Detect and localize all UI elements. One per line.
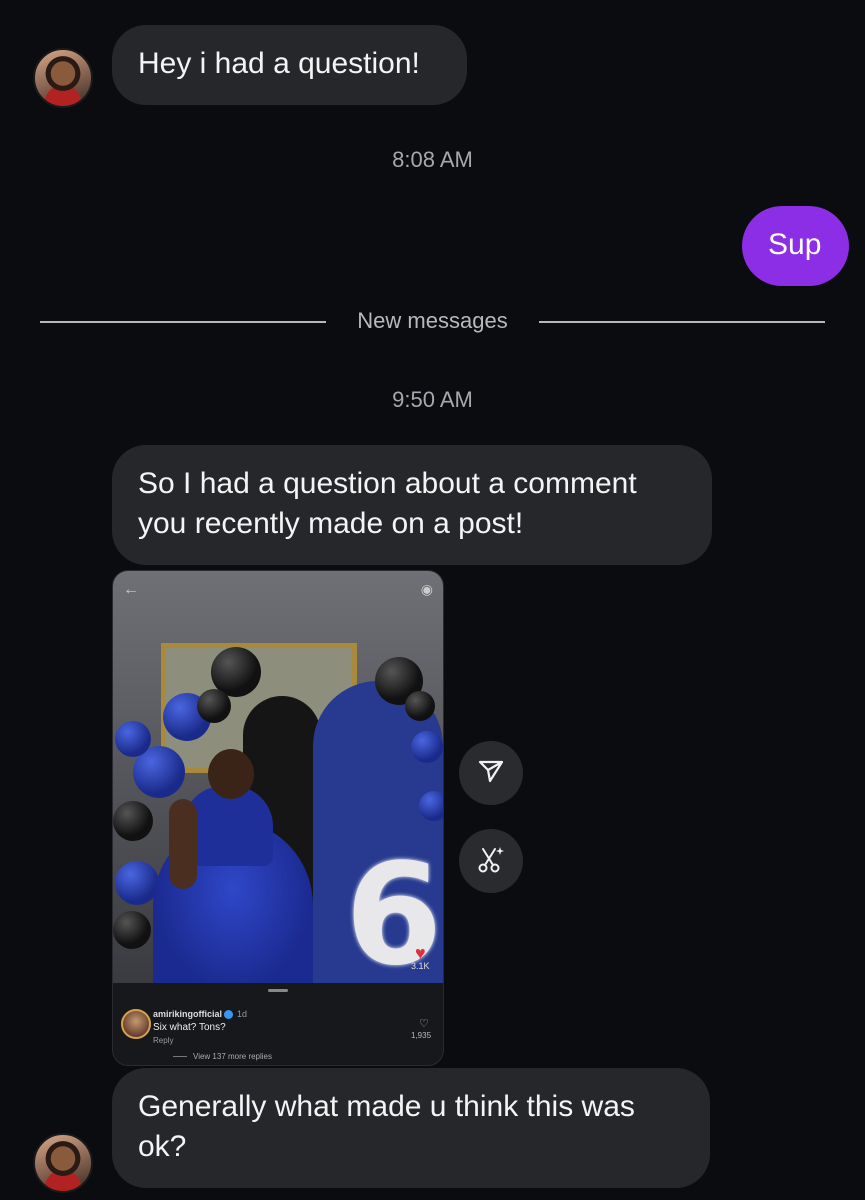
balloon xyxy=(411,731,443,763)
remix-button[interactable] xyxy=(459,829,523,893)
comment-header: amirikingofficial 1d xyxy=(153,1009,248,1020)
view-replies-link: View 137 more replies xyxy=(173,1052,272,1061)
balloon xyxy=(405,691,435,721)
message-text: Generally what made u think this was ok? xyxy=(138,1090,635,1163)
message-text: Hey i had a question! xyxy=(138,47,420,80)
message-bubble-outgoing[interactable]: Sup xyxy=(742,206,849,286)
send-icon xyxy=(477,757,505,790)
message-bubble-incoming[interactable]: Generally what made u think this was ok? xyxy=(112,1068,710,1188)
message-timestamp: 8:08 AM xyxy=(392,147,473,172)
message-bubble-incoming[interactable]: Hey i had a question! xyxy=(112,25,467,105)
view-count: 3.1K xyxy=(411,961,430,971)
post-image[interactable]: 6 ♥ 3.1K ← ◉ xyxy=(113,571,443,983)
comment-age: 1d xyxy=(237,1009,248,1019)
comment-reply-link: Reply xyxy=(153,1036,174,1045)
sender-avatar[interactable] xyxy=(33,48,93,108)
person-head xyxy=(208,749,254,799)
verified-badge-icon xyxy=(224,1010,234,1020)
comment-like-count: 1,935 xyxy=(411,1031,432,1040)
camera-icon: ◉ xyxy=(420,581,433,597)
message-timestamp: 9:50 AM xyxy=(392,387,473,412)
message-text: So I had a question about a comment you … xyxy=(138,467,637,540)
divider-line-right xyxy=(539,321,825,323)
balloon xyxy=(113,911,151,949)
balloon xyxy=(115,721,151,757)
share-button[interactable] xyxy=(459,741,523,805)
person-arm xyxy=(169,799,197,889)
message-text: Sup xyxy=(768,228,822,261)
sender-avatar[interactable] xyxy=(33,1133,93,1193)
shared-post-card[interactable]: 6 ♥ 3.1K ← ◉ amirikingofficial 1d Six wha… xyxy=(112,570,444,1066)
commenter-avatar xyxy=(121,1009,151,1039)
message-bubble-incoming[interactable]: So I had a question about a comment you … xyxy=(112,445,712,565)
comment-like-icon: ♡ xyxy=(419,1018,429,1030)
comment-text: Six what? Tons? xyxy=(153,1022,226,1033)
balloon xyxy=(113,801,153,841)
balloon xyxy=(197,689,231,723)
balloon xyxy=(419,791,443,821)
back-arrow-icon: ← xyxy=(123,581,139,598)
comment-username: amirikingofficial xyxy=(153,1009,223,1019)
sheet-handle xyxy=(268,989,288,992)
scissors-sparkle-icon xyxy=(475,843,507,880)
